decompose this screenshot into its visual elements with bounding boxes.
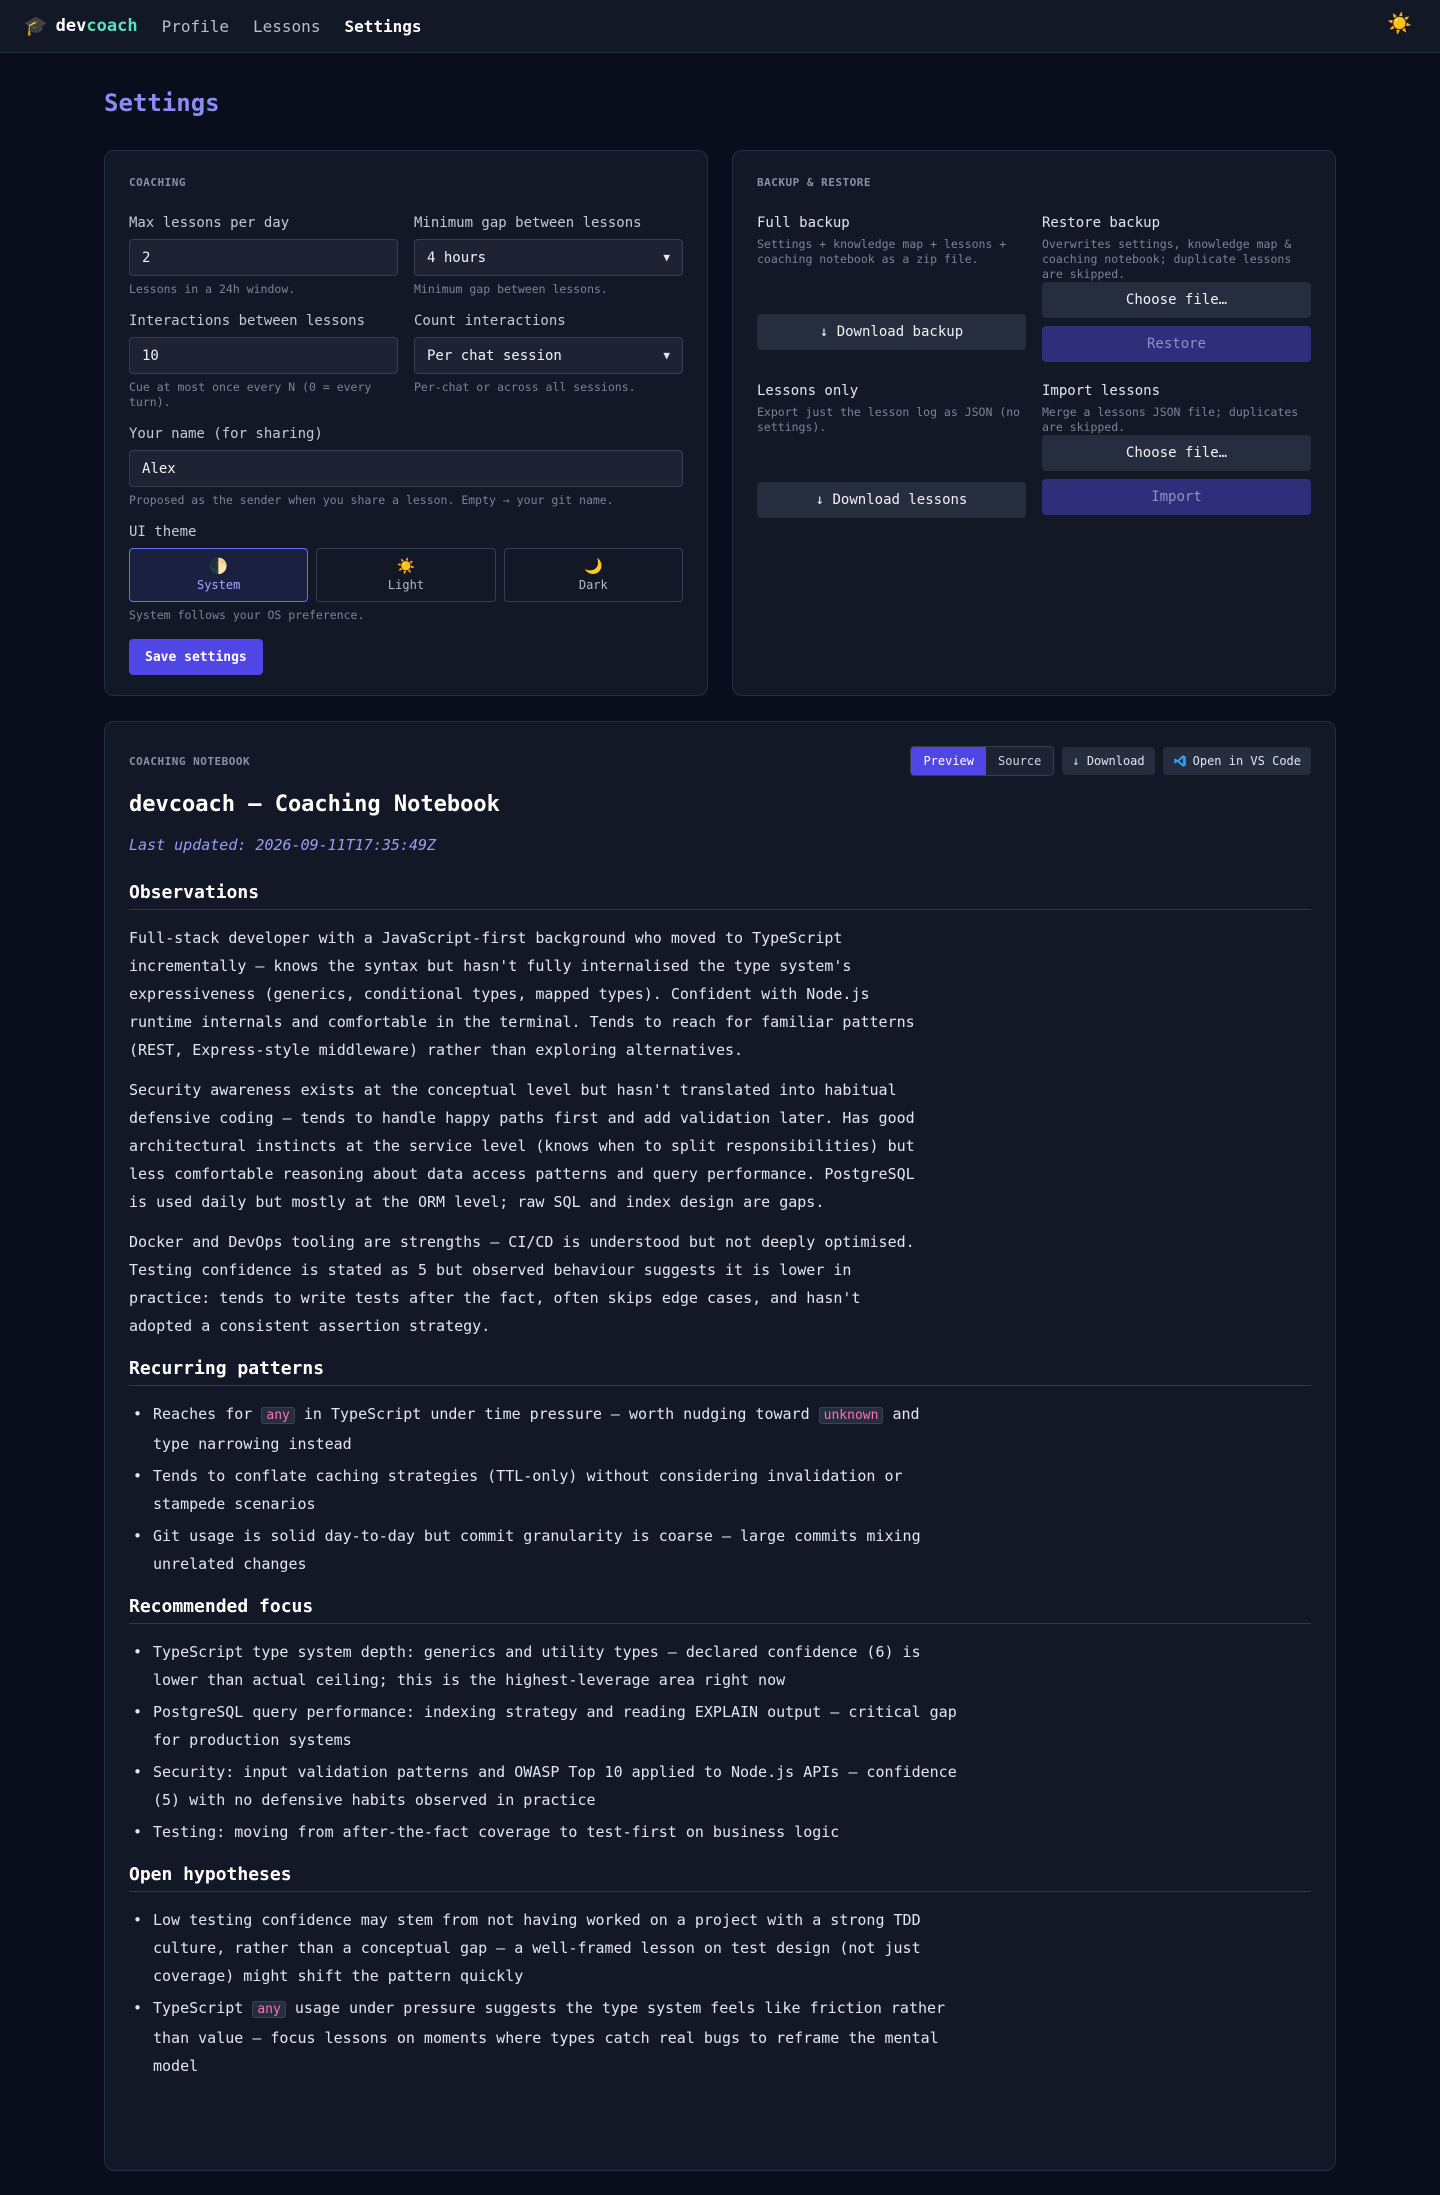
- interactions-input[interactable]: 10: [129, 337, 398, 374]
- observation-paragraph: Security awareness exists at the concept…: [129, 1081, 915, 1211]
- tab-preview[interactable]: Preview: [911, 747, 987, 775]
- notebook-title: devcoach — Coaching Notebook: [129, 792, 500, 817]
- name-field: Your name (for sharing) Alex Proposed as…: [129, 426, 683, 508]
- restore-backup-title: Restore backup: [1042, 215, 1161, 231]
- min-gap-label: Minimum gap between lessons: [414, 215, 642, 231]
- brand-name: devcoach: [55, 16, 138, 36]
- download-lessons-button[interactable]: ↓ Download lessons: [757, 482, 1026, 518]
- restore-choose-file-button[interactable]: Choose file…: [1042, 282, 1311, 318]
- theme-option-system[interactable]: 🌓 System: [129, 548, 309, 602]
- patterns-heading: Recurring patterns: [129, 1358, 1311, 1386]
- vscode-icon: [1173, 755, 1186, 767]
- name-label: Your name (for sharing): [129, 426, 323, 442]
- last-updated: Last updated: 2026-09-11T17:35:49Z: [129, 836, 437, 854]
- lessons-only-title: Lessons only: [757, 383, 859, 399]
- nav-link-lessons[interactable]: Lessons: [253, 17, 320, 36]
- full-backup-title: Full backup: [757, 215, 850, 231]
- list-item: Git usage is solid day-to-day but commit…: [129, 1522, 959, 1578]
- focus-heading: Recommended focus: [129, 1596, 1311, 1624]
- name-input[interactable]: Alex: [129, 450, 683, 487]
- list-item: PostgreSQL query performance: indexing s…: [129, 1698, 959, 1754]
- import-lessons-section: Import lessons Merge a lessons JSON file…: [1042, 383, 1311, 518]
- interactions-hint: Cue at most once every N (0 = every turn…: [129, 380, 372, 409]
- import-lessons-title: Import lessons: [1042, 383, 1161, 399]
- max-lessons-label: Max lessons per day: [129, 215, 290, 231]
- name-hint: Proposed as the sender when you share a …: [129, 493, 614, 507]
- hypotheses-heading: Open hypotheses: [129, 1864, 1311, 1892]
- full-backup-section: Full backup Settings + knowledge map + l…: [757, 215, 1026, 362]
- chevron-down-icon: ▼: [663, 349, 670, 362]
- min-gap-hint: Minimum gap between lessons.: [414, 282, 608, 296]
- backup-card: BACKUP & RESTORE Full backup Settings + …: [732, 150, 1336, 696]
- list-item: Reaches for any in TypeScript under time…: [129, 1400, 959, 1458]
- sun-icon: ☀️: [396, 556, 416, 575]
- save-settings-button[interactable]: Save settings: [129, 639, 263, 675]
- observation-paragraph: Full-stack developer with a JavaScript-f…: [129, 929, 915, 1059]
- half-circle-icon: 🌓: [209, 556, 228, 575]
- theme-option-light[interactable]: ☀️ Light: [316, 548, 496, 602]
- import-choose-file-button[interactable]: Choose file…: [1042, 435, 1311, 471]
- top-nav: 🎓 devcoach Profile Lessons Settings ☀️: [0, 0, 1440, 53]
- restore-button[interactable]: Restore: [1042, 326, 1311, 362]
- view-toggle: Preview Source: [910, 746, 1055, 776]
- inline-code: any: [252, 2001, 286, 2018]
- list-item: Tends to conflate caching strategies (TT…: [129, 1462, 959, 1518]
- inline-code: unknown: [818, 1407, 884, 1424]
- min-gap-select[interactable]: 4 hours ▼: [414, 239, 683, 276]
- list-item: Security: input validation patterns and …: [129, 1758, 959, 1814]
- min-gap-field: Minimum gap between lessons 4 hours ▼ Min…: [414, 215, 683, 297]
- count-select[interactable]: Per chat session ▼: [414, 337, 683, 374]
- moon-icon: 🌙: [583, 556, 603, 575]
- restore-backup-desc: Overwrites settings, knowledge map & coa…: [1042, 237, 1292, 281]
- brand[interactable]: 🎓 devcoach: [24, 16, 138, 36]
- lessons-only-desc: Export just the lesson log as JSON (no s…: [757, 405, 1021, 434]
- notebook-download-button[interactable]: ↓ Download: [1062, 747, 1155, 775]
- import-button[interactable]: Import: [1042, 479, 1311, 515]
- coaching-card: COACHING Max lessons per day 2 Lessons i…: [104, 150, 708, 696]
- count-hint: Per-chat or across all sessions.: [414, 380, 636, 394]
- max-lessons-input[interactable]: 2: [129, 239, 398, 276]
- max-lessons-field: Max lessons per day 2 Lessons in a 24h w…: [129, 215, 398, 297]
- full-backup-desc: Settings + knowledge map + lessons + coa…: [757, 237, 1007, 266]
- notebook-section-label: COACHING NOTEBOOK: [129, 754, 251, 768]
- download-backup-button[interactable]: ↓ Download backup: [757, 314, 1026, 350]
- sun-icon[interactable]: ☀️: [1387, 11, 1412, 35]
- max-lessons-hint: Lessons in a 24h window.: [129, 282, 296, 296]
- restore-backup-section: Restore backup Overwrites settings, know…: [1042, 215, 1311, 362]
- main-container: Settings COACHING Max lessons per day 2 …: [104, 53, 1336, 2171]
- list-item: TypeScript type system depth: generics a…: [129, 1638, 959, 1694]
- observation-paragraph: Docker and DevOps tooling are strengths …: [129, 1233, 915, 1335]
- import-lessons-desc: Merge a lessons JSON file; duplicates ar…: [1042, 405, 1299, 434]
- theme-hint: System follows your OS preference.: [129, 608, 365, 622]
- chevron-down-icon: ▼: [663, 251, 670, 264]
- theme-option-dark[interactable]: 🌙 Dark: [503, 548, 683, 602]
- count-label: Count interactions: [414, 313, 566, 329]
- inline-code: any: [261, 1407, 295, 1424]
- coaching-section-label: COACHING: [129, 176, 186, 189]
- lessons-only-section: Lessons only Export just the lesson log …: [757, 383, 1026, 518]
- tab-source[interactable]: Source: [986, 747, 1054, 775]
- interactions-label: Interactions between lessons: [129, 313, 366, 329]
- nav-link-profile[interactable]: Profile: [162, 17, 229, 36]
- list-item: Low testing confidence may stem from not…: [129, 1906, 959, 1990]
- graduation-cap-icon: 🎓: [24, 14, 48, 37]
- list-item: TypeScript any usage under pressure sugg…: [129, 1994, 959, 2080]
- theme-field: UI theme 🌓 System ☀️ Light 🌙 Dark System…: [129, 524, 683, 623]
- coaching-notebook-card: COACHING NOTEBOOK Preview Source ↓ Downl…: [104, 721, 1336, 2171]
- theme-label: UI theme: [129, 524, 197, 540]
- page-title: Settings: [104, 89, 220, 117]
- interactions-field: Interactions between lessons 10 Cue at m…: [129, 313, 398, 410]
- notebook-preview: devcoach — Coaching Notebook Last update…: [129, 790, 1311, 2080]
- nav-link-settings[interactable]: Settings: [344, 17, 421, 36]
- observations-heading: Observations: [129, 882, 1311, 910]
- open-vscode-button[interactable]: Open in VS Code: [1162, 747, 1311, 775]
- list-item: Testing: moving from after-the-fact cove…: [129, 1818, 959, 1846]
- backup-section-label: BACKUP & RESTORE: [757, 176, 871, 189]
- count-field: Count interactions Per chat session ▼ Per…: [414, 313, 683, 410]
